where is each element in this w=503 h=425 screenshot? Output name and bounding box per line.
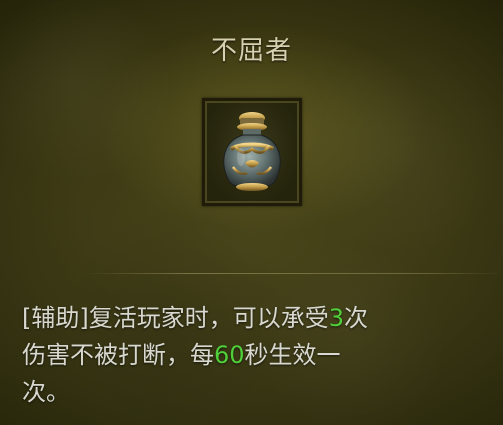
description-text: 伤害不被打断，每: [22, 341, 214, 369]
description-line-2: 伤害不被打断，每60秒生效一: [22, 337, 492, 374]
item-title: 不屈者: [210, 36, 292, 66]
description-text: 次: [344, 304, 369, 332]
description-line-1: [辅助]复活玩家时，可以承受3次: [22, 300, 492, 337]
item-description: [辅助]复活玩家时，可以承受3次 伤害不被打断，每60秒生效一 次。: [22, 300, 492, 411]
description-text: [辅助]复活玩家时，可以承受: [22, 304, 329, 332]
item-tooltip-panel: 不屈者 [辅助]复活玩家时，可以承受3次 伤害不被打断，每60秒生效一 次。: [0, 0, 503, 425]
description-line-3: 次。: [22, 374, 492, 411]
tooltip-divider: [85, 273, 503, 274]
description-text: 次。: [22, 378, 70, 406]
item-icon-frame: [202, 98, 302, 206]
cooldown-seconds-value: 60: [214, 341, 245, 369]
description-text: 秒生效一: [244, 341, 341, 369]
urn-icon: [223, 112, 281, 191]
hit-count-value: 3: [328, 304, 345, 332]
